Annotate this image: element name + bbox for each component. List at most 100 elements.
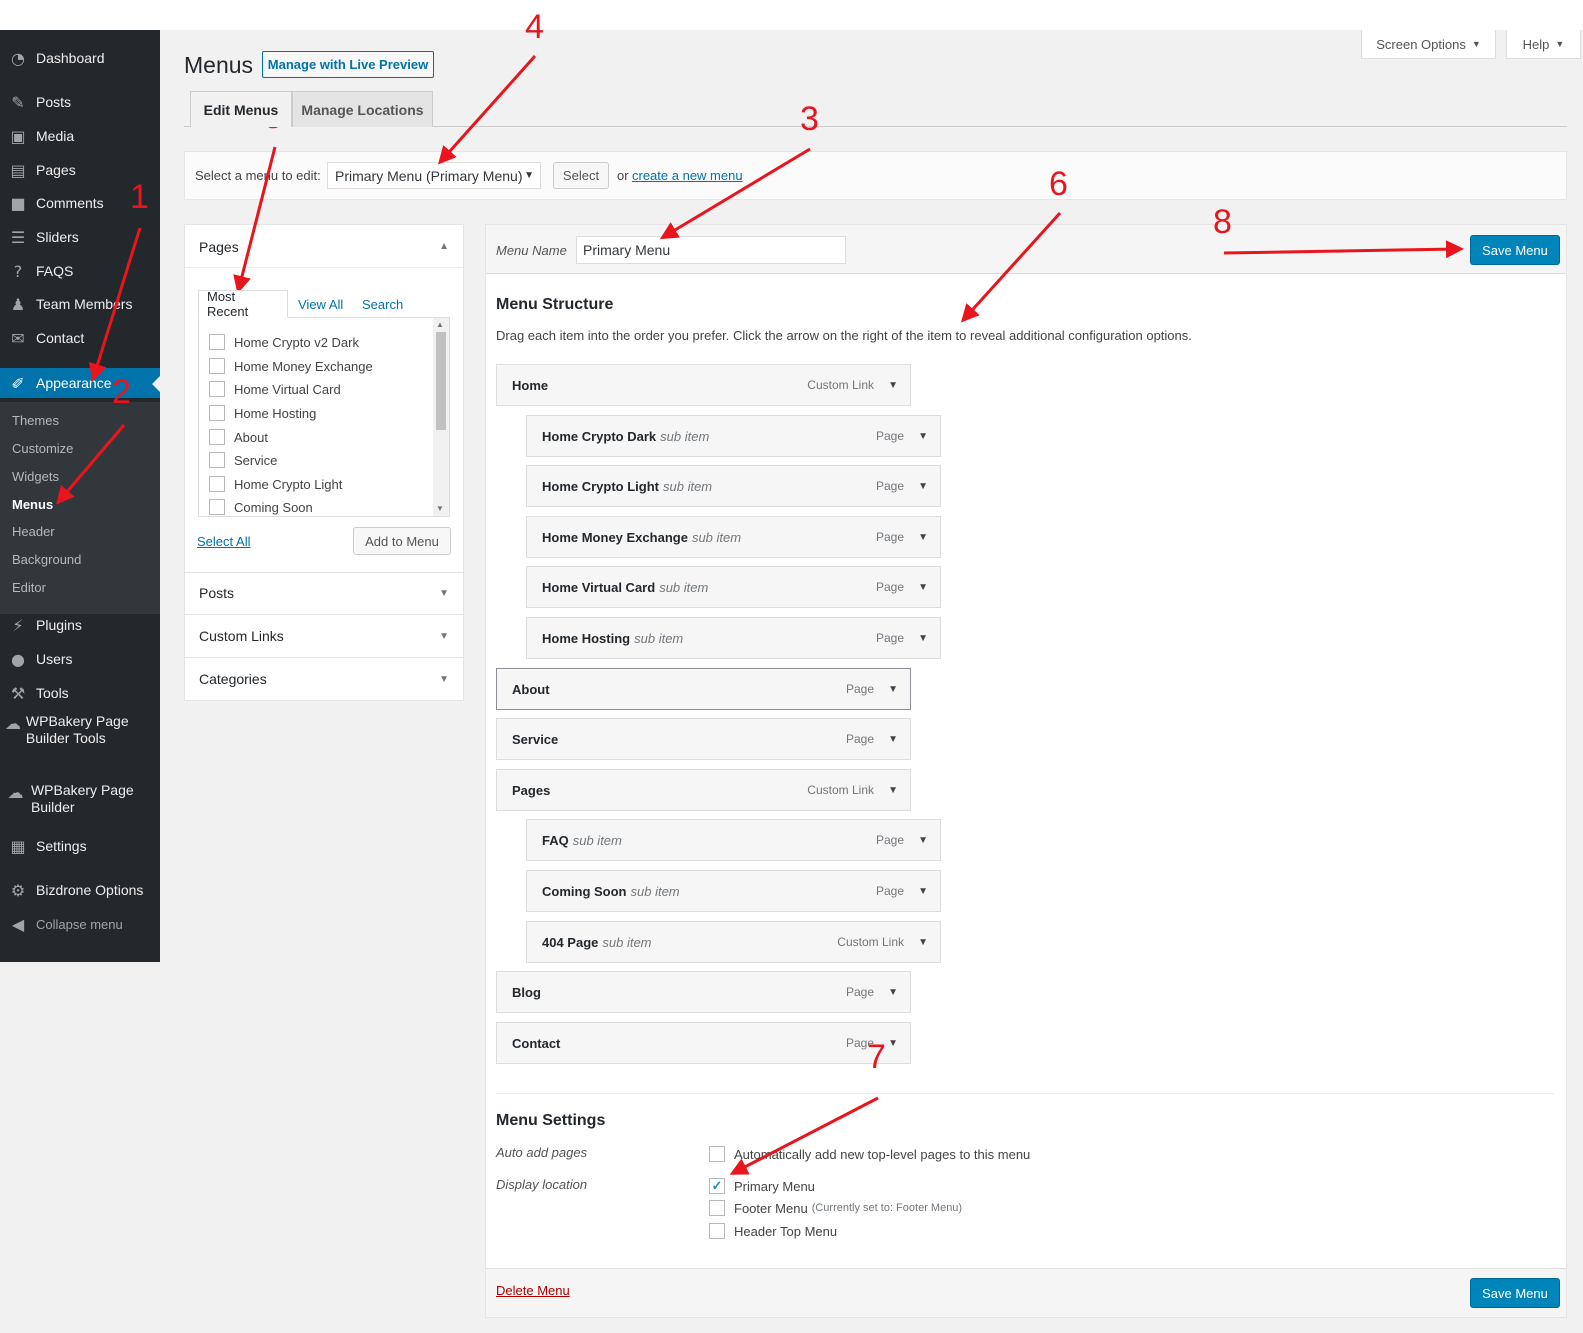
sidebar-item-wpbakery-page-builder-tools[interactable]: ☁ WPBakery Page Builder Tools <box>0 711 160 763</box>
submenu-editor[interactable]: Editor <box>12 580 46 595</box>
expand-arrow-icon[interactable]: ▼ <box>439 674 449 685</box>
create-new-menu-link[interactable]: create a new menu <box>632 168 743 183</box>
live-preview-button[interactable]: Manage with Live Preview <box>262 51 434 78</box>
sidebar-item-faqs[interactable]: ? FAQS <box>0 256 160 286</box>
primary-menu-checkbox[interactable]: ✓ <box>709 1178 725 1194</box>
tab-most-recent[interactable]: Most Recent <box>198 289 288 319</box>
list-item[interactable]: Home Money Exchange <box>209 356 373 376</box>
list-item[interactable]: Home Crypto Light <box>209 474 342 494</box>
custom-links-box-title[interactable]: Custom Links <box>199 628 284 644</box>
checkbox[interactable] <box>209 499 225 515</box>
footer-menu-checkbox[interactable] <box>709 1200 725 1216</box>
list-item[interactable]: About <box>209 427 268 447</box>
checkbox[interactable] <box>209 358 225 374</box>
checkbox[interactable] <box>209 429 225 445</box>
tab-manage-locations[interactable]: Manage Locations <box>292 91 433 127</box>
help-button[interactable]: Help ▼ <box>1506 30 1581 59</box>
menu-item[interactable]: About Page ▼ <box>496 668 911 710</box>
expand-arrow-icon[interactable]: ▼ <box>918 431 928 442</box>
sidebar-item-bizdrone-options[interactable]: ⚙ Bizdrone Options <box>0 875 160 905</box>
expand-arrow-icon[interactable]: ▼ <box>888 987 898 998</box>
menu-item-sub[interactable]: Coming Soon sub item Page ▼ <box>526 870 941 912</box>
expand-arrow-icon[interactable]: ▼ <box>439 588 449 599</box>
checkbox[interactable] <box>209 452 225 468</box>
header-top-menu-checkbox[interactable] <box>709 1223 725 1239</box>
expand-arrow-icon[interactable]: ▼ <box>918 481 928 492</box>
posts-metabox[interactable]: Posts ▼ <box>184 572 464 615</box>
expand-arrow-icon[interactable]: ▼ <box>888 1038 898 1049</box>
expand-arrow-icon[interactable]: ▼ <box>918 582 928 593</box>
location-footer-option[interactable]: Footer Menu (Currently set to: Footer Men… <box>709 1199 962 1217</box>
list-item[interactable]: Home Hosting <box>209 403 316 423</box>
checkbox[interactable] <box>209 334 225 350</box>
list-scrollbar[interactable]: ▲ ▼ <box>433 318 449 516</box>
scroll-down-icon[interactable]: ▼ <box>436 504 444 513</box>
custom-links-metabox[interactable]: Custom Links ▼ <box>184 614 464 658</box>
save-menu-button-bottom[interactable]: Save Menu <box>1470 1278 1560 1308</box>
checkbox[interactable] <box>209 476 225 492</box>
checkbox[interactable] <box>209 405 225 421</box>
delete-menu-link[interactable]: Delete Menu <box>496 1283 570 1298</box>
expand-arrow-icon[interactable]: ▼ <box>888 734 898 745</box>
menu-item[interactable]: Blog Page ▼ <box>496 971 911 1013</box>
sidebar-item-media[interactable]: ▣ Media <box>0 121 160 151</box>
menu-item[interactable]: Service Page ▼ <box>496 718 911 760</box>
menu-item-sub[interactable]: Home Hosting sub item Page ▼ <box>526 617 941 659</box>
expand-arrow-icon[interactable]: ▼ <box>439 631 449 642</box>
submenu-customize[interactable]: Customize <box>12 441 73 456</box>
sidebar-item-settings[interactable]: ▦ Settings <box>0 831 160 861</box>
save-menu-button-top[interactable]: Save Menu <box>1470 235 1560 265</box>
submenu-background[interactable]: Background <box>12 552 81 567</box>
list-item[interactable]: Home Virtual Card <box>209 379 341 399</box>
menu-item[interactable]: Pages Custom Link ▼ <box>496 769 911 811</box>
menu-item-sub[interactable]: 404 Page sub item Custom Link ▼ <box>526 921 941 963</box>
list-item[interactable]: Home Crypto v2 Dark <box>209 332 359 352</box>
submenu-widgets[interactable]: Widgets <box>12 469 59 484</box>
expand-arrow-icon[interactable]: ▼ <box>918 937 928 948</box>
auto-add-checkbox[interactable] <box>709 1146 725 1162</box>
sidebar-item-appearance[interactable]: ✐ Appearance <box>0 368 160 398</box>
submenu-themes[interactable]: Themes <box>12 413 59 428</box>
expand-arrow-icon[interactable]: ▼ <box>918 532 928 543</box>
categories-metabox[interactable]: Categories ▼ <box>184 657 464 701</box>
menu-item[interactable]: Home Custom Link ▼ <box>496 364 911 406</box>
menu-select-dropdown[interactable]: Primary Menu (Primary Menu) ▼ <box>327 162 541 189</box>
menu-item-sub[interactable]: FAQ sub item Page ▼ <box>526 819 941 861</box>
pages-box-title[interactable]: Pages <box>199 239 239 255</box>
sidebar-item-dashboard[interactable]: ◔ Dashboard <box>0 43 160 73</box>
scroll-thumb[interactable] <box>436 332 446 430</box>
auto-add-option[interactable]: Automatically add new top-level pages to… <box>709 1145 1030 1163</box>
checkbox[interactable] <box>209 381 225 397</box>
scroll-up-icon[interactable]: ▲ <box>436 320 444 329</box>
menu-name-input[interactable]: Primary Menu <box>576 236 846 264</box>
sidebar-item-tools[interactable]: ⚒ Tools <box>0 678 160 708</box>
tab-edit-menus[interactable]: Edit Menus <box>190 91 292 127</box>
sidebar-item-plugins[interactable]: ⚡ Plugins <box>0 610 160 640</box>
expand-arrow-icon[interactable]: ▼ <box>918 886 928 897</box>
sidebar-item-collapse-menu[interactable]: ◀ Collapse menu <box>0 909 160 939</box>
expand-arrow-icon[interactable]: ▼ <box>888 785 898 796</box>
menu-item[interactable]: Contact Page ▼ <box>496 1022 911 1064</box>
tab-search[interactable]: Search <box>362 290 403 318</box>
screen-options-button[interactable]: Screen Options ▼ <box>1361 30 1496 59</box>
location-header-top-option[interactable]: Header Top Menu <box>709 1222 837 1240</box>
expand-arrow-icon[interactable]: ▼ <box>888 684 898 695</box>
list-item[interactable]: Coming Soon <box>209 497 313 516</box>
sidebar-item-users[interactable]: ● Users <box>0 644 160 674</box>
list-item[interactable]: Service <box>209 450 277 470</box>
menu-item-sub[interactable]: Home Money Exchange sub item Page ▼ <box>526 516 941 558</box>
tab-view-all[interactable]: View All <box>298 290 343 318</box>
sidebar-item-posts[interactable]: ✎ Posts <box>0 87 160 117</box>
categories-box-title[interactable]: Categories <box>199 671 267 687</box>
expand-arrow-icon[interactable]: ▼ <box>918 633 928 644</box>
expand-arrow-icon[interactable]: ▼ <box>918 835 928 846</box>
menu-item-sub[interactable]: Home Crypto Light sub item Page ▼ <box>526 465 941 507</box>
submenu-header[interactable]: Header <box>12 524 55 539</box>
location-primary-option[interactable]: ✓ Primary Menu <box>709 1177 815 1195</box>
sidebar-item-team-members[interactable]: ♟ Team Members <box>0 289 160 319</box>
sidebar-item-wpbakery-page-builder[interactable]: ☁ WPBakery Page Builder <box>0 780 160 832</box>
menu-item-sub[interactable]: Home Crypto Dark sub item Page ▼ <box>526 415 941 457</box>
posts-box-title[interactable]: Posts <box>199 585 234 601</box>
add-to-menu-button[interactable]: Add to Menu <box>353 527 451 555</box>
submenu-menus[interactable]: Menus <box>12 497 53 512</box>
